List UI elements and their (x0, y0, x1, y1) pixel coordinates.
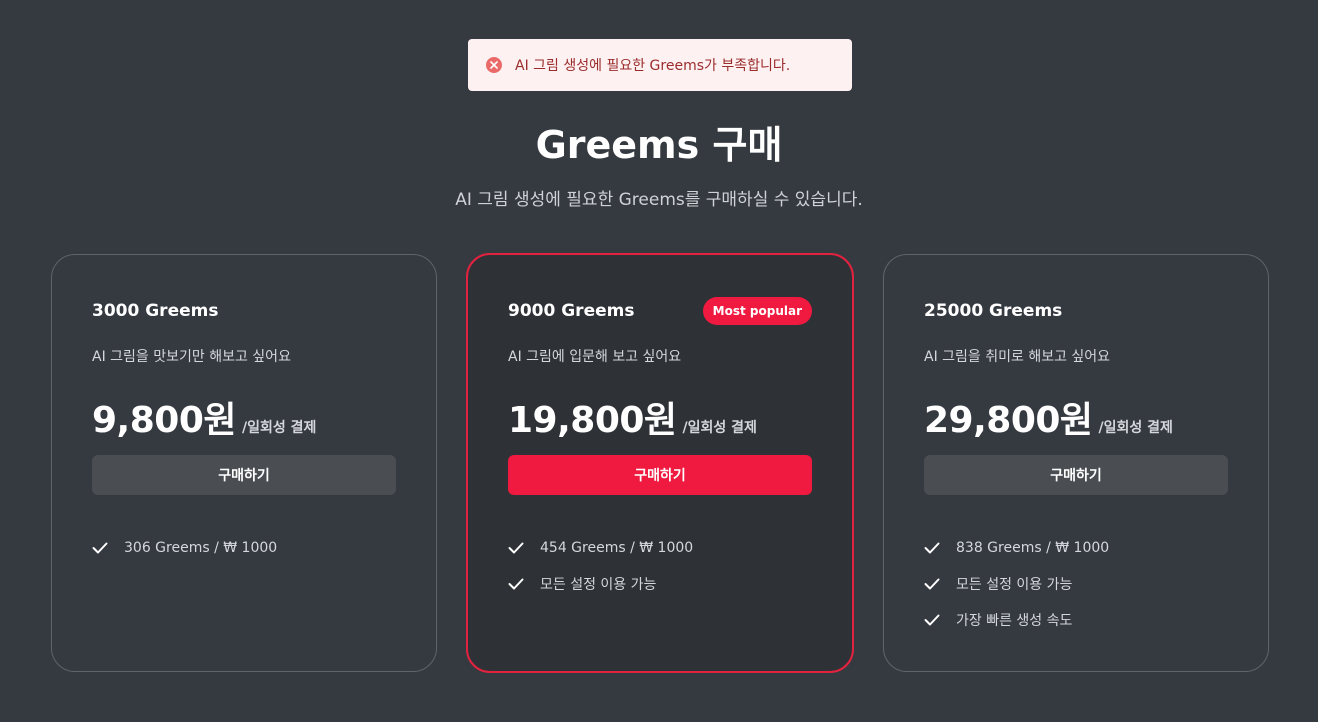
plan-price: 29,800원 (924, 400, 1093, 441)
check-icon (924, 539, 942, 557)
feature-item: 454 Greems / ₩ 1000 (508, 538, 693, 558)
check-icon (92, 539, 110, 557)
error-toast: AI 그림 생성에 필요한 Greems가 부족합니다. (468, 39, 852, 91)
plan-card-9000: 9000 Greems Most popular AI 그림에 입문해 보고 싶… (466, 253, 854, 673)
feature-item: 모든 설정 이용 가능 (508, 574, 693, 594)
feature-list: 306 Greems / ₩ 1000 (92, 538, 277, 574)
check-icon (924, 575, 942, 593)
feature-item: 838 Greems / ₩ 1000 (924, 538, 1109, 558)
price-suffix: /일회성 결제 (1098, 420, 1173, 436)
price-suffix: /일회성 결제 (242, 420, 317, 436)
plan-description: AI 그림을 취미로 해보고 싶어요 (924, 349, 1111, 365)
buy-button-25000[interactable]: 구매하기 (924, 455, 1228, 495)
feature-item: 가장 빠른 생성 속도 (924, 610, 1109, 630)
page-subtitle: AI 그림 생성에 필요한 Greems를 구매하실 수 있습니다. (455, 190, 863, 210)
price-row: 19,800원 /일회성 결제 (508, 391, 757, 443)
feature-list: 838 Greems / ₩ 1000 모든 설정 이용 가능 가장 빠른 생성… (924, 538, 1109, 646)
most-popular-badge: Most popular (702, 297, 812, 325)
plan-card-3000: 3000 Greems AI 그림을 맛보기만 해보고 싶어요 9,800원 /… (51, 254, 437, 672)
plan-card-25000: 25000 Greems AI 그림을 취미로 해보고 싶어요 29,800원 … (883, 254, 1269, 672)
plan-name: 9000 Greems (508, 301, 635, 321)
plan-name: 3000 Greems (92, 301, 219, 321)
feature-item: 모든 설정 이용 가능 (924, 574, 1109, 594)
plan-price: 19,800원 (508, 400, 677, 441)
price-suffix: /일회성 결제 (682, 420, 757, 436)
check-icon (924, 611, 942, 629)
feature-text: 모든 설정 이용 가능 (956, 577, 1073, 593)
check-icon (508, 575, 526, 593)
price-row: 29,800원 /일회성 결제 (924, 391, 1173, 443)
plan-price: 9,800원 (92, 400, 237, 441)
feature-text: 454 Greems / ₩ 1000 (540, 540, 694, 556)
plan-description: AI 그림을 맛보기만 해보고 싶어요 (92, 349, 291, 365)
feature-text: 306 Greems / ₩ 1000 (124, 540, 278, 556)
plan-description: AI 그림에 입문해 보고 싶어요 (508, 349, 682, 365)
buy-button-3000[interactable]: 구매하기 (92, 455, 396, 495)
feature-text: 모든 설정 이용 가능 (540, 577, 657, 593)
feature-text: 가장 빠른 생성 속도 (956, 613, 1073, 629)
page-title: Greems 구매 (535, 123, 783, 167)
feature-text: 838 Greems / ₩ 1000 (956, 540, 1110, 556)
feature-item: 306 Greems / ₩ 1000 (92, 538, 277, 558)
buy-button-9000[interactable]: 구매하기 (508, 455, 812, 495)
error-toast-message: AI 그림 생성에 필요한 Greems가 부족합니다. (515, 58, 791, 74)
plan-name: 25000 Greems (924, 301, 1063, 321)
feature-list: 454 Greems / ₩ 1000 모든 설정 이용 가능 (508, 538, 693, 610)
error-circle-icon (486, 57, 502, 73)
price-row: 9,800원 /일회성 결제 (92, 391, 316, 443)
check-icon (508, 539, 526, 557)
